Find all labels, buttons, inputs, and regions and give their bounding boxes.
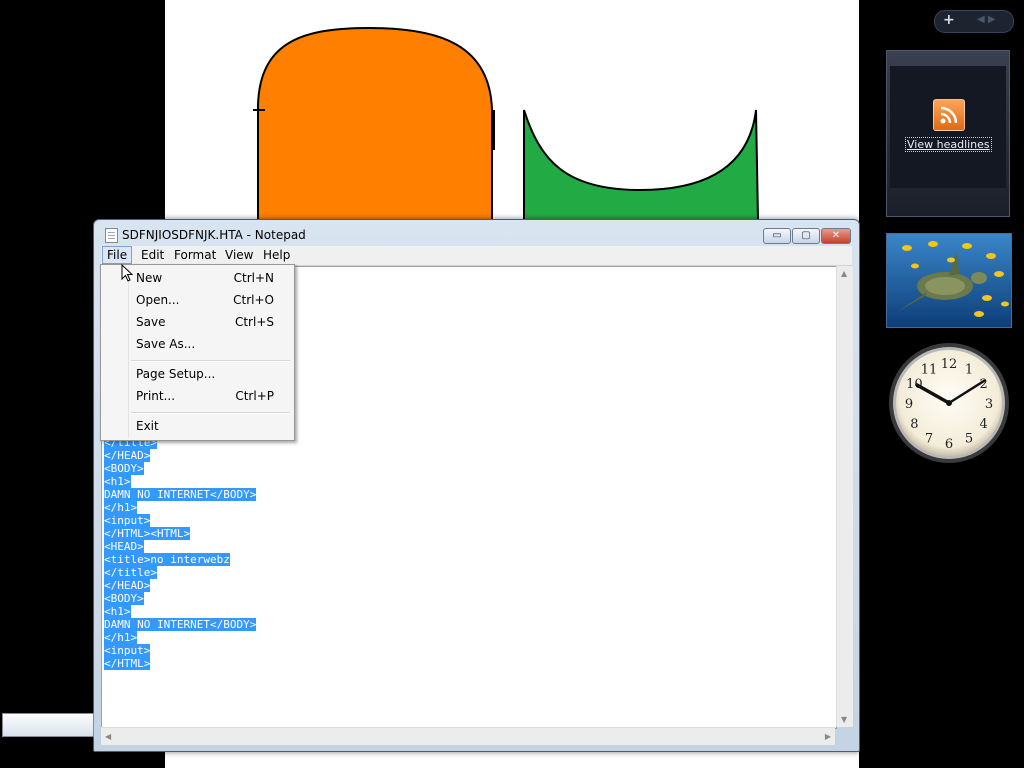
selected-text: </h1> [104,631,138,644]
mouse-cursor-icon [121,264,134,282]
menu-item-save[interactable]: Save Ctrl+S [103,312,292,332]
code-line: </HEAD> [104,579,256,592]
selected-text: </HTML> [104,657,151,670]
clock-numeral: 7 [925,432,933,447]
scroll-left-icon[interactable]: ◀ [105,732,111,741]
menu-item-save-as[interactable]: Save As... [103,334,292,354]
menu-file[interactable]: File [102,246,133,264]
green-shape [523,109,760,220]
code-line: <h1> [104,605,256,618]
sidebar-controls: + ◀ ▶ [934,10,1014,33]
clock-numeral: 11 [921,362,938,377]
clock-numeral: 9 [905,397,913,412]
menu-item-label: Save As... [136,337,196,351]
menu-item-print[interactable]: Print... Ctrl+P [103,386,292,406]
menu-item-shortcut: Ctrl+N [233,271,274,285]
menu-item-shortcut: Ctrl+S [234,315,274,329]
scroll-down-icon[interactable]: ▼ [841,715,847,724]
scroll-up-icon[interactable]: ▲ [841,269,847,278]
selected-text: </title> [104,566,157,579]
clock-numeral: 5 [965,432,973,447]
editor-text: </title> </HEAD> <BODY> <h1> DAMN NO INTERNE… [104,436,257,670]
menu-item-label: Print... [136,389,176,403]
code-line: </HTML> [104,657,256,670]
code-line: <input> [104,514,256,527]
selected-text: </HTML><HTML> [104,527,191,540]
menu-format[interactable]: Format [170,247,220,263]
selected-text: <title>no interwebz [104,553,230,566]
rss-glyph [940,106,958,124]
scroll-right-icon[interactable]: ▶ [825,732,831,741]
code-line: DAMN NO INTERNET</BODY> [104,488,257,501]
notepad-icon [105,228,118,243]
menu-edit[interactable]: Edit [137,247,168,263]
menu-item-label: Page Setup... [136,367,216,381]
code-line: <HEAD> [104,540,256,553]
menu-bar: File Edit Format View Help [101,246,852,266]
code-line: </h1> [104,501,256,514]
code-line: DAMN NO INTERNET</BODY> [104,618,257,631]
selected-text: <h1> [104,475,131,488]
feed-headlines-gadget: View headlines [886,50,1010,217]
menu-item-page-setup[interactable]: Page Setup... [103,364,292,384]
clock-numeral: 3 [985,397,993,412]
code-line: </HEAD> [104,449,256,462]
selected-text: </HEAD> [104,449,151,462]
selected-text: DAMN NO INTERNET</BODY> [104,488,257,501]
sea-turtle-photo [887,234,1011,327]
menu-help[interactable]: Help [259,247,294,263]
taskbar-item[interactable] [2,713,94,737]
selected-text: </h1> [104,501,138,514]
code-line: </HTML><HTML> [104,527,256,540]
clock-numeral: 1 [965,362,973,377]
add-gadget-button[interactable]: + [943,12,955,28]
code-line: <title>no interwebz [104,553,256,566]
orange-shape [257,26,493,220]
sidebar-nav-arrows[interactable]: ◀ ▶ [977,14,996,25]
clock-numeral: 8 [910,417,918,432]
rss-feed-icon[interactable] [933,99,965,131]
menu-view[interactable]: View [221,247,257,263]
menu-item-label: New [136,271,163,285]
view-headlines-link[interactable]: View headlines [905,137,992,152]
clock-gadget: 12 1 2 3 4 5 6 7 8 9 10 11 [887,341,1011,465]
selected-text: <HEAD> [104,540,144,553]
slideshow-gadget[interactable] [886,233,1012,328]
menu-item-shortcut: Ctrl+O [233,293,274,307]
selected-text: </HEAD> [104,579,151,592]
file-menu-dropdown: New Ctrl+N Open... Ctrl+O Save Ctrl+S Sa… [100,264,295,441]
menu-item-label: Save [136,315,166,329]
code-line: </title> [104,566,256,579]
menu-item-shortcut: Ctrl+P [235,389,274,403]
selected-text: <input> [104,514,151,527]
hta-shapes [253,26,760,220]
code-line: <BODY> [104,592,256,605]
menu-separator [131,360,290,362]
menu-item-label: Exit [136,419,159,433]
horizontal-scrollbar[interactable]: ◀ ▶ [101,727,835,745]
code-line: <BODY> [104,462,256,475]
selected-text: <h1> [104,605,131,618]
selected-text: DAMN NO INTERNET</BODY> [104,618,257,631]
code-line: <h1> [104,475,256,488]
selected-text: <BODY> [104,592,144,605]
vertical-scrollbar[interactable]: ▲ ▼ [836,266,853,727]
clock-numeral: 6 [945,437,953,452]
code-line: </h1> [104,631,256,644]
clock-numeral: 12 [941,357,958,372]
clock-numeral: 10 [906,377,923,392]
selected-text: <BODY> [104,462,144,475]
code-line: <input> [104,644,256,657]
clock-numeral: 4 [979,417,987,432]
menu-item-label: Open... [136,293,180,307]
close-button[interactable]: ✕ [821,228,851,244]
window-title: SDFNJIOSDFNJK.HTA - Notepad [122,228,306,242]
maximize-button[interactable]: ▢ [792,228,820,244]
analog-clock: 12 1234567891011 [889,343,1009,463]
menu-item-exit[interactable]: Exit [103,416,292,436]
selected-text: <input> [104,644,151,657]
menu-separator [131,412,290,414]
minimize-button[interactable]: ▭ [763,228,791,244]
menu-item-open[interactable]: Open... Ctrl+O [103,290,292,310]
